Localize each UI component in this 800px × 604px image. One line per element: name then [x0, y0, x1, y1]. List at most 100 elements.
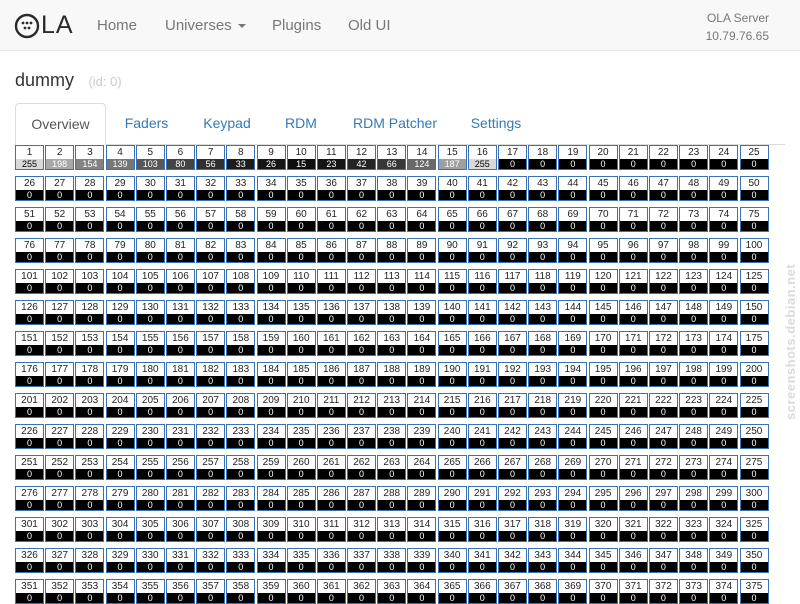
- channel-value: 0: [136, 469, 164, 479]
- channel-number: 63: [386, 209, 398, 220]
- channel-value: 0: [468, 593, 496, 603]
- dmx-channel-cell: 296 0: [618, 486, 648, 511]
- channel-value: 0: [136, 221, 164, 231]
- channel-value: 0: [619, 469, 647, 479]
- dmx-channel-cell: 267 0: [498, 455, 527, 480]
- dmx-channel-cell: 360 0: [286, 579, 316, 604]
- channel-number: 230: [141, 426, 159, 437]
- channel-number: 231: [172, 426, 189, 437]
- dmx-channel-cell: 220 0: [588, 393, 618, 418]
- channel-number: 344: [564, 550, 582, 561]
- dmx-channel-cell: 363 0: [377, 579, 407, 604]
- channel-value: 0: [106, 438, 134, 448]
- dmx-channel-cell: 346 0: [618, 548, 648, 573]
- dmx-channel-cell: 276 0: [15, 486, 44, 511]
- channel-value: 0: [710, 159, 738, 169]
- channel-value: 0: [287, 283, 315, 293]
- channel-number: 371: [624, 581, 642, 592]
- channel-number: 43: [537, 178, 549, 189]
- dmx-channel-cell: 166 0: [467, 331, 497, 356]
- tab-faders[interactable]: Faders: [116, 103, 177, 145]
- dmx-channel-cell: 371 0: [618, 579, 648, 604]
- nav-old-ui[interactable]: Old UI: [348, 17, 391, 34]
- channel-number: 257: [202, 457, 219, 468]
- nav-universes-label: Universes: [165, 17, 232, 34]
- channel-number: 46: [627, 178, 639, 189]
- channel-number: 368: [534, 581, 552, 592]
- channel-value: 0: [468, 345, 496, 355]
- dmx-channel-cell: 249 0: [709, 424, 739, 449]
- channel-number: 55: [144, 209, 156, 220]
- channel-value: 0: [287, 438, 315, 448]
- brand[interactable]: LA: [14, 11, 74, 39]
- channel-value: 0: [227, 500, 255, 510]
- channel-value: 0: [76, 407, 104, 417]
- dmx-channel-cell: 81 0: [165, 238, 195, 263]
- dmx-channel-cell: 188 0: [377, 362, 407, 387]
- channel-number: 166: [473, 333, 491, 344]
- channel-value: 0: [166, 221, 194, 231]
- channel-number: 126: [21, 302, 38, 313]
- tab-settings[interactable]: Settings: [465, 103, 527, 145]
- channel-number: 34: [265, 178, 277, 189]
- dmx-channel-cell: 265 0: [437, 455, 467, 480]
- channel-number: 340: [443, 550, 461, 561]
- nav-plugins[interactable]: Plugins: [272, 17, 321, 34]
- channel-number: 291: [473, 488, 491, 499]
- channel-value: 0: [348, 407, 376, 417]
- dmx-channel-cell: 49 0: [709, 176, 739, 201]
- chevron-down-icon: [237, 24, 246, 29]
- channel-value: 0: [589, 407, 617, 417]
- channel-value: 0: [710, 376, 738, 386]
- tab-rdm-patcher[interactable]: RDM Patcher: [345, 103, 445, 145]
- channel-number: 76: [23, 240, 36, 251]
- channel-value: 0: [106, 469, 134, 479]
- channel-value: 0: [408, 283, 436, 293]
- channel-value: 0: [348, 531, 376, 541]
- dmx-channel-cell: 279 0: [105, 486, 135, 511]
- channel-value: 0: [468, 252, 496, 262]
- channel-value: 0: [529, 593, 557, 603]
- dmx-channel-cell: 70 0: [588, 207, 618, 232]
- tab-keypad[interactable]: Keypad: [196, 103, 258, 145]
- channel-number: 241: [473, 426, 491, 437]
- channel-value: 255: [16, 159, 43, 169]
- channel-value: 0: [619, 562, 647, 572]
- dmx-channel-cell: 11 23: [316, 145, 346, 170]
- channel-number: 47: [657, 178, 669, 189]
- channel-number: 128: [81, 302, 99, 313]
- dmx-channel-cell: 173 0: [679, 331, 709, 356]
- channel-value: 0: [559, 531, 587, 541]
- channel-number: 81: [174, 240, 186, 251]
- channel-number: 279: [111, 488, 129, 499]
- channel-value: 0: [740, 190, 768, 200]
- channel-number: 31: [174, 178, 186, 189]
- channel-value: 0: [468, 500, 496, 510]
- dmx-channel-cell: 156 0: [165, 331, 195, 356]
- dmx-channel-cell: 47 0: [648, 176, 678, 201]
- channel-value: 124: [408, 159, 436, 169]
- dmx-channel-cell: 219 0: [558, 393, 588, 418]
- channel-number: 88: [386, 240, 398, 251]
- dmx-channel-cell: 120 0: [588, 269, 618, 294]
- nav-home[interactable]: Home: [97, 17, 137, 34]
- channel-value: 0: [680, 159, 708, 169]
- tab-overview[interactable]: Overview: [15, 103, 106, 146]
- dmx-channel-cell: 83 0: [226, 238, 256, 263]
- channel-number: 321: [624, 519, 642, 530]
- nav-universes[interactable]: Universes: [165, 17, 246, 34]
- channel-value: 0: [317, 593, 345, 603]
- channel-value: 0: [257, 221, 285, 231]
- channel-number: 12: [356, 147, 368, 158]
- dmx-channel-cell: 337 0: [347, 548, 377, 573]
- channel-number: 184: [262, 364, 280, 375]
- channel-value: 0: [529, 190, 557, 200]
- channel-value: 23: [317, 159, 345, 169]
- dmx-channel-cell: 372 0: [648, 579, 678, 604]
- channel-number: 187: [353, 364, 370, 375]
- dmx-channel-cell: 145 0: [588, 300, 618, 325]
- tab-rdm[interactable]: RDM: [279, 103, 323, 145]
- channel-value: 0: [589, 500, 617, 510]
- channel-number: 373: [685, 581, 702, 592]
- channel-value: 0: [166, 190, 194, 200]
